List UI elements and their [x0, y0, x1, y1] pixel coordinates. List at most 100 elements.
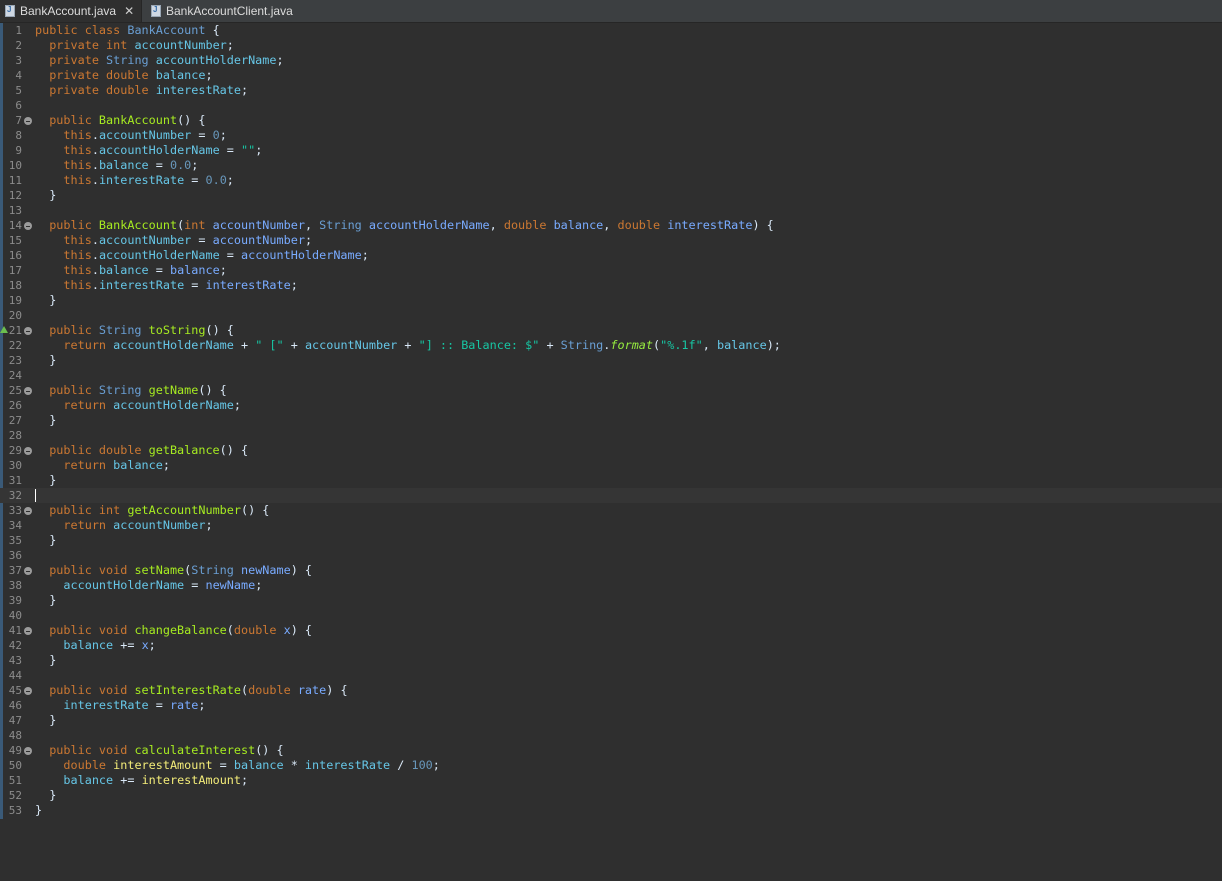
code-line[interactable]: 5 private double interestRate;	[0, 83, 1222, 98]
code-line[interactable]: 17 this.balance = balance;	[0, 263, 1222, 278]
code-line[interactable]: 49 public void calculateInterest() {	[0, 743, 1222, 758]
code-line[interactable]: 9 this.accountHolderName = "";	[0, 143, 1222, 158]
code-line[interactable]: 10 this.balance = 0.0;	[0, 158, 1222, 173]
code-line[interactable]: 53}	[0, 803, 1222, 818]
fold-collapse-icon[interactable]	[24, 747, 32, 755]
tab-bankaccountclient-java[interactable]: BankAccountClient.java	[146, 0, 306, 22]
code-token: ;	[255, 578, 263, 592]
line-number: 51	[8, 774, 22, 787]
code-line[interactable]: 7 public BankAccount() {	[0, 113, 1222, 128]
code-line[interactable]: 1 public class BankAccount {	[0, 23, 1222, 38]
code-editor[interactable]: 1 public class BankAccount {2 private int…	[0, 23, 1222, 881]
code-line[interactable]: 43 }	[0, 653, 1222, 668]
code-line[interactable]: 16 this.accountHolderName = accountHolde…	[0, 248, 1222, 263]
code-line[interactable]: 46 interestRate = rate;	[0, 698, 1222, 713]
code-line[interactable]: 38 accountHolderName = newName;	[0, 578, 1222, 593]
code-line[interactable]: 18 this.interestRate = interestRate;	[0, 278, 1222, 293]
code-area[interactable]: 1 public class BankAccount {2 private int…	[0, 23, 1222, 818]
code-line[interactable]: 29 public double getBalance() {	[0, 443, 1222, 458]
code-line[interactable]: 24	[0, 368, 1222, 383]
code-line[interactable]: 27 }	[0, 413, 1222, 428]
fold-collapse-icon[interactable]	[24, 687, 32, 695]
fold-collapse-icon[interactable]	[24, 567, 32, 575]
code-line[interactable]: 51 balance += interestAmount;	[0, 773, 1222, 788]
code-line[interactable]: 6	[0, 98, 1222, 113]
code-token: ) {	[326, 683, 348, 697]
code-token: public	[35, 218, 99, 232]
code-line[interactable]: 36	[0, 548, 1222, 563]
code-line[interactable]: 21 public String toString() {	[0, 323, 1222, 338]
code-line[interactable]: 41 public void changeBalance(double x) {	[0, 623, 1222, 638]
code-line[interactable]: 31 }	[0, 473, 1222, 488]
code-line[interactable]: 14 public BankAccount(int accountNumber,…	[0, 218, 1222, 233]
line-number: 53	[8, 804, 22, 817]
code-line[interactable]: 28	[0, 428, 1222, 443]
code-text: interestRate = rate;	[35, 698, 205, 713]
fold-collapse-icon[interactable]	[24, 222, 32, 230]
line-number: 17	[8, 264, 22, 277]
code-token: this	[35, 278, 92, 292]
code-token: +	[539, 338, 561, 352]
code-line[interactable]: 50 double interestAmount = balance * int…	[0, 758, 1222, 773]
code-line[interactable]: 8 this.accountNumber = 0;	[0, 128, 1222, 143]
code-line[interactable]: 19 }	[0, 293, 1222, 308]
code-line[interactable]: 26 return accountHolderName;	[0, 398, 1222, 413]
code-token: accountNumber	[98, 128, 192, 142]
code-line[interactable]: 20	[0, 308, 1222, 323]
fold-collapse-icon[interactable]	[24, 117, 32, 125]
code-line[interactable]: 25 public String getName() {	[0, 383, 1222, 398]
code-token: }	[35, 293, 57, 307]
code-line[interactable]: 35 }	[0, 533, 1222, 548]
code-line[interactable]: 52 }	[0, 788, 1222, 803]
code-line[interactable]: 48	[0, 728, 1222, 743]
fold-collapse-icon[interactable]	[24, 447, 32, 455]
code-line[interactable]: 11 this.interestRate = 0.0;	[0, 173, 1222, 188]
code-line[interactable]: 2 private int accountNumber;	[0, 38, 1222, 53]
code-token: interestRate	[667, 218, 753, 232]
line-number: 9	[15, 144, 22, 157]
line-number: 28	[8, 429, 22, 442]
code-line[interactable]: 42 balance += x;	[0, 638, 1222, 653]
line-number: 26	[8, 399, 22, 412]
code-line[interactable]: 39 }	[0, 593, 1222, 608]
fold-collapse-icon[interactable]	[24, 327, 32, 335]
code-text: }	[35, 593, 56, 608]
code-token: 100	[411, 758, 433, 772]
fold-collapse-icon[interactable]	[24, 387, 32, 395]
code-line[interactable]: 22 return accountHolderName + " [" + acc…	[0, 338, 1222, 353]
code-line[interactable]: 15 this.accountNumber = accountNumber;	[0, 233, 1222, 248]
code-line[interactable]: 47 }	[0, 713, 1222, 728]
code-token: ;	[240, 83, 249, 97]
code-line[interactable]: 40	[0, 608, 1222, 623]
code-token: balance	[113, 458, 163, 472]
code-line[interactable]: 32	[0, 488, 1222, 503]
code-token: .	[91, 128, 99, 142]
code-line[interactable]: 34 return accountNumber;	[0, 518, 1222, 533]
code-line[interactable]: 23 }	[0, 353, 1222, 368]
line-number: 1	[15, 24, 22, 37]
code-line[interactable]: 13	[0, 203, 1222, 218]
code-line[interactable]: 45 public void setInterestRate(double ra…	[0, 683, 1222, 698]
code-token: 0	[212, 128, 220, 142]
line-number: 30	[8, 459, 22, 472]
code-text: public void changeBalance(double x) {	[35, 623, 312, 638]
code-token: =	[184, 173, 206, 187]
code-line[interactable]: 37 public void setName(String newName) {	[0, 563, 1222, 578]
code-line[interactable]: 30 return balance;	[0, 458, 1222, 473]
code-line[interactable]: 4 private double balance;	[0, 68, 1222, 83]
code-text: public BankAccount(int accountNumber, St…	[35, 218, 774, 233]
tab-bankaccount-java[interactable]: BankAccount.java ✕	[0, 0, 142, 22]
fold-collapse-icon[interactable]	[24, 627, 32, 635]
close-icon[interactable]: ✕	[124, 4, 134, 18]
code-line[interactable]: 44	[0, 668, 1222, 683]
code-token: BankAccount	[98, 218, 178, 232]
code-token: return	[35, 398, 114, 412]
code-line[interactable]: 12 }	[0, 188, 1222, 203]
code-line[interactable]: 3 private String accountHolderName;	[0, 53, 1222, 68]
fold-collapse-icon[interactable]	[24, 507, 32, 515]
code-token: ;	[219, 263, 227, 277]
line-number: 13	[8, 204, 22, 217]
code-token: accountNumber	[304, 338, 398, 352]
code-line[interactable]: 33 public int getAccountNumber() {	[0, 503, 1222, 518]
code-token: .	[91, 248, 99, 262]
